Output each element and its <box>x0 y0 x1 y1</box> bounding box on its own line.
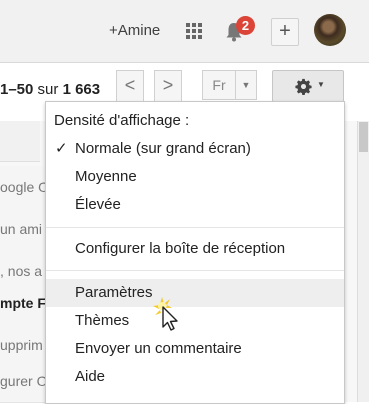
chevron-right-icon: > <box>162 75 174 95</box>
settings-menu: Densité d'affichage : ✓ Normale (sur gra… <box>45 101 345 404</box>
menu-item-settings[interactable]: Paramètres <box>46 279 344 307</box>
caret-down-icon: ▼ <box>317 80 325 89</box>
menu-item-help[interactable]: Aide <box>46 363 344 391</box>
menu-item-label: Normale (sur grand écran) <box>75 140 251 157</box>
mouse-pointer-icon <box>153 297 178 331</box>
chevron-left-icon: < <box>124 75 136 95</box>
user-name-link[interactable]: +Amine <box>109 22 160 39</box>
scrollbar[interactable] <box>357 121 369 402</box>
menu-item-label: Moyenne <box>75 168 137 185</box>
density-label: Densité d'affichage : <box>54 112 190 129</box>
avatar[interactable] <box>314 14 346 46</box>
pager-of: sur <box>37 81 59 98</box>
pager-total: 1 663 <box>62 81 101 98</box>
menu-item-label: Aide <box>75 368 106 385</box>
caret-down-icon: ▼ <box>241 80 251 90</box>
pager-text: 1–50 sur 1 663 <box>0 81 100 98</box>
menu-separator <box>46 227 344 228</box>
pager-range: 1–50 <box>0 81 34 98</box>
menu-item-label: Paramètres <box>75 284 153 301</box>
message-list-header <box>0 121 40 162</box>
menu-item-feedback[interactable]: Envoyer un commentaire <box>46 335 344 363</box>
settings-button[interactable]: ▼ <box>272 70 344 102</box>
checkmark-icon: ✓ <box>55 140 68 157</box>
previous-page-button[interactable]: < <box>116 70 144 102</box>
density-option-normal[interactable]: ✓ Normale (sur grand écran) <box>46 135 344 163</box>
input-tools-button[interactable]: Fr <box>202 70 236 100</box>
menu-item-label: Élevée <box>75 196 121 213</box>
input-tools-dropdown[interactable]: ▼ <box>235 70 257 100</box>
density-option-medium[interactable]: Moyenne <box>46 163 344 191</box>
notification-badge[interactable]: 2 <box>236 16 255 35</box>
menu-item-themes[interactable]: Thèmes <box>46 307 344 335</box>
apps-grid-icon[interactable] <box>186 23 202 39</box>
menu-item-label: Configurer la boîte de réception <box>75 240 286 257</box>
top-bar: +Amine 2 + <box>0 0 369 63</box>
scrollbar-thumb[interactable] <box>359 122 368 152</box>
share-plus-button[interactable]: + <box>271 18 299 46</box>
menu-item-label: Thèmes <box>75 312 130 329</box>
density-option-high[interactable]: Élevée <box>46 191 344 219</box>
next-page-button[interactable]: > <box>154 70 182 102</box>
configure-inbox-item[interactable]: Configurer la boîte de réception <box>46 235 344 263</box>
menu-separator <box>46 270 344 271</box>
menu-item-label: Envoyer un commentaire <box>75 340 242 357</box>
gear-icon <box>295 78 312 95</box>
